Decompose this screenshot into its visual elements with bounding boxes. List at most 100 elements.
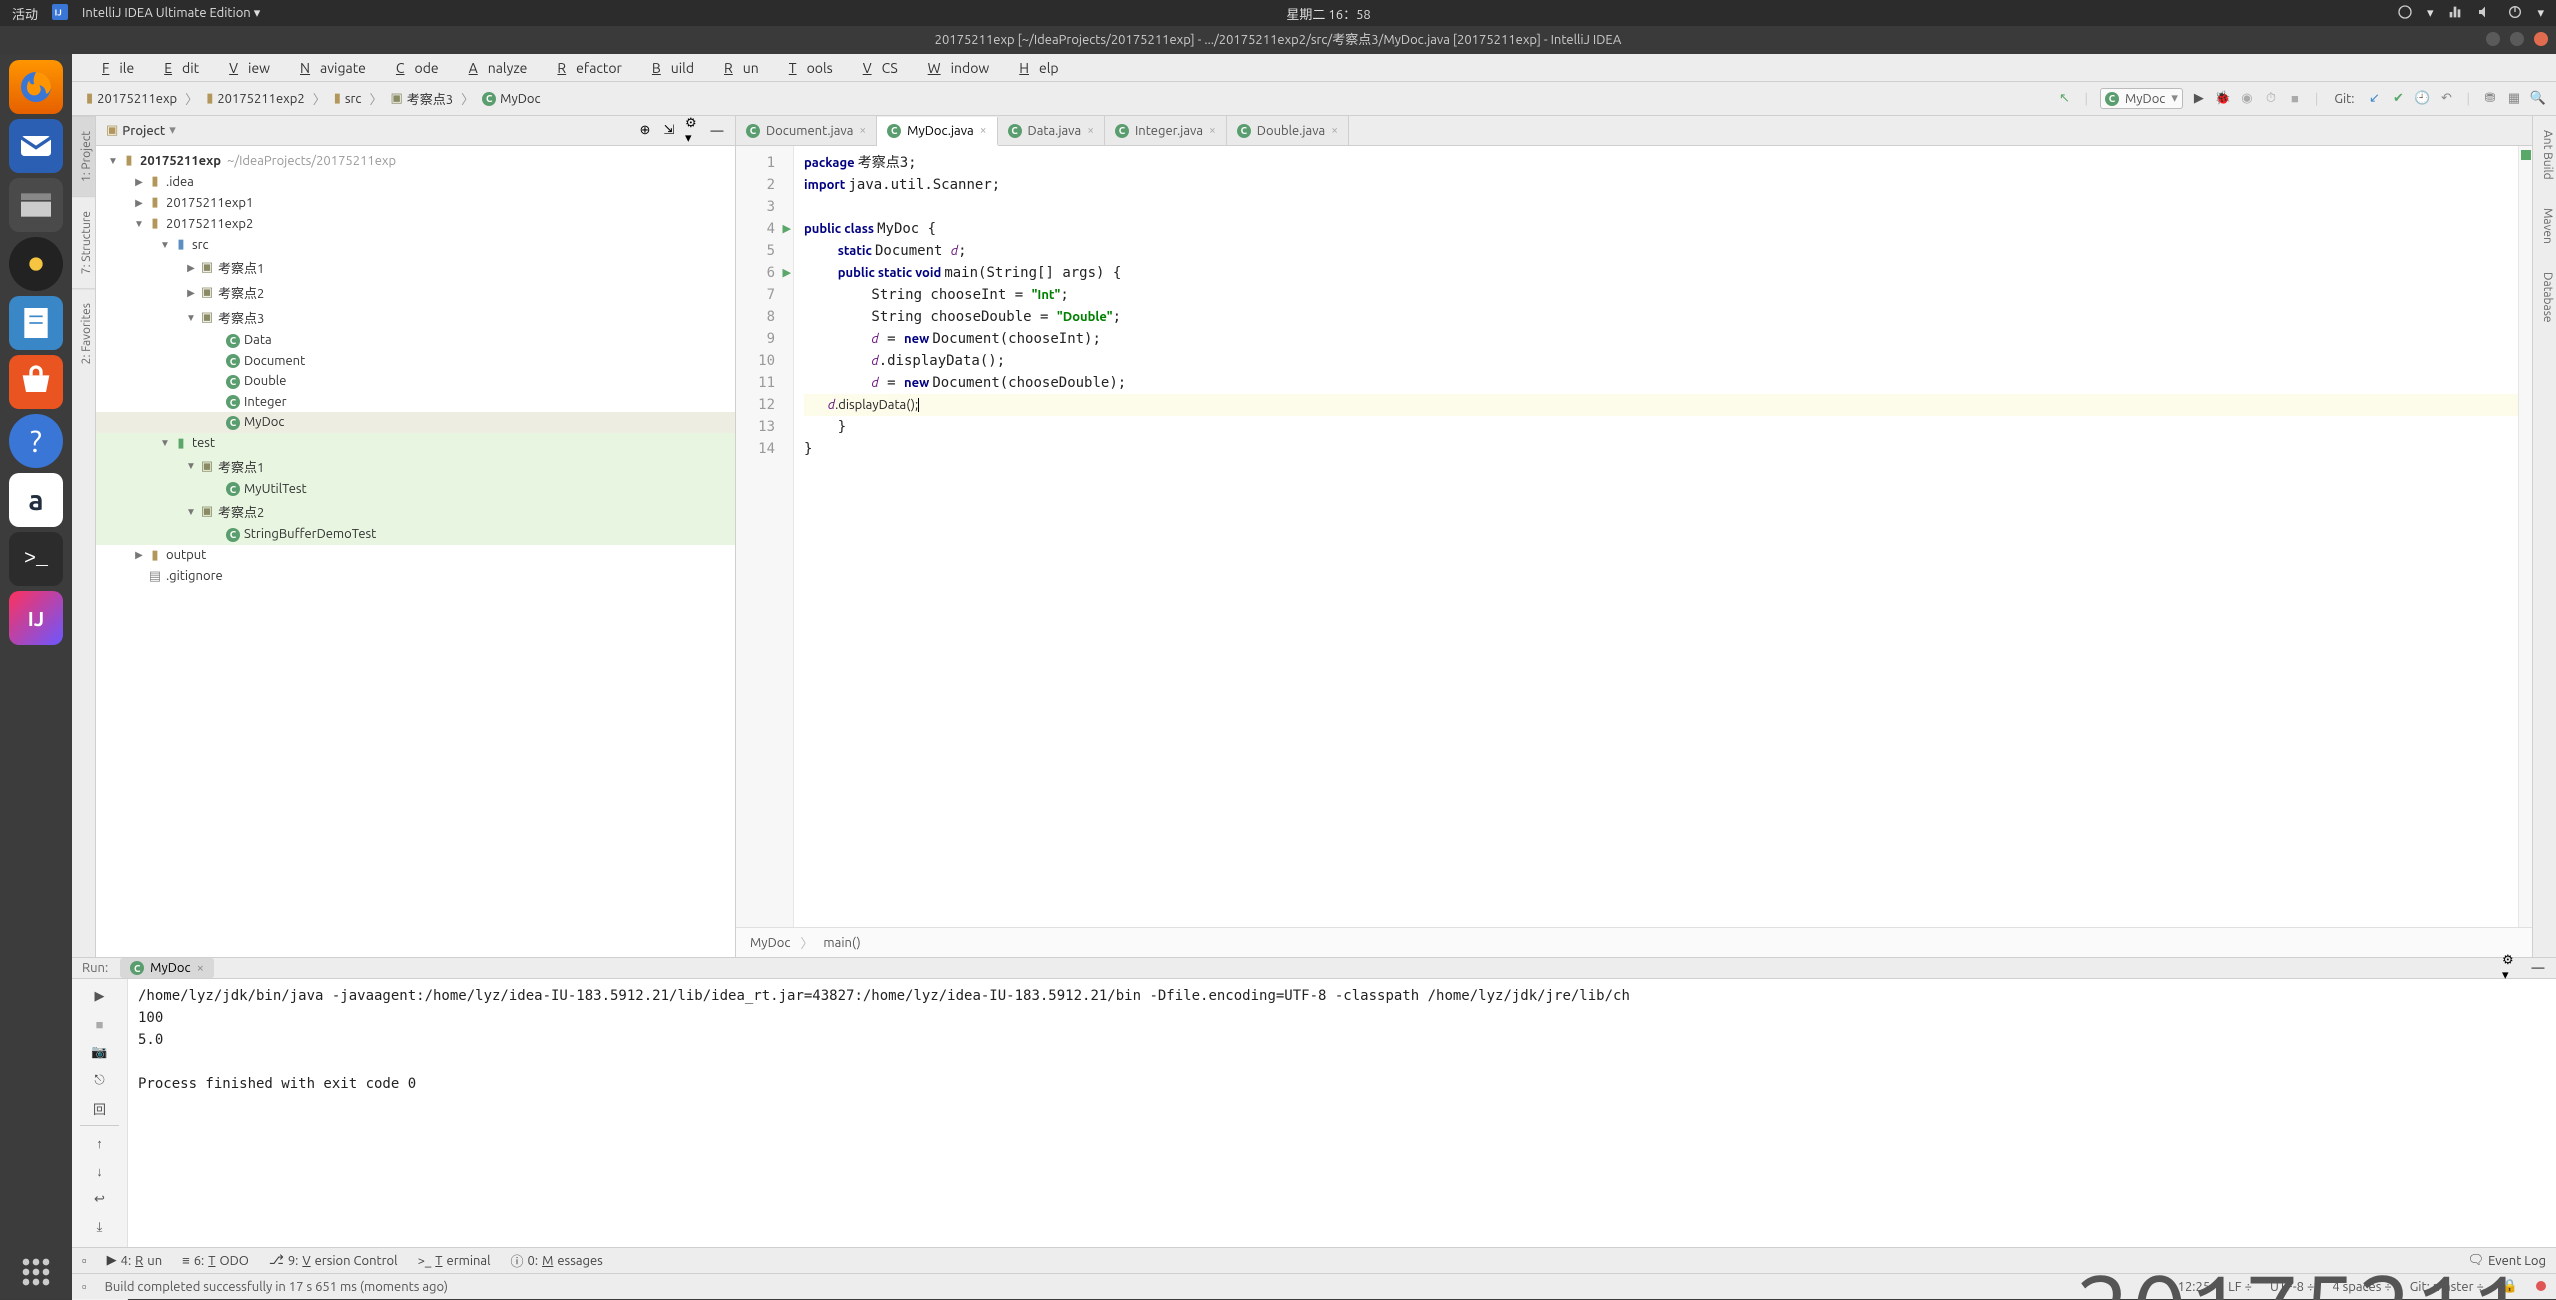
tree-item-20175211exp2[interactable]: ▼▮20175211exp2 (96, 213, 735, 234)
tree-item-考察点2[interactable]: ▶▣考察点2 (96, 280, 735, 305)
window-close-button[interactable] (2534, 32, 2548, 46)
tree-item-考察点3[interactable]: ▼▣考察点3 (96, 305, 735, 330)
run-settings-gear-icon[interactable]: ⚙ ▾ (2502, 960, 2518, 976)
code-editor[interactable]: package 考察点3; import java.util.Scanner; … (794, 146, 2518, 927)
editor-tab-Integer.java[interactable]: CInteger.java× (1105, 116, 1227, 145)
editor-gutter[interactable]: 123▶45▶67891011121314▶▶ (736, 146, 794, 927)
vcs-commit-icon[interactable]: ✔ (2391, 91, 2407, 107)
session-dropdown-icon[interactable]: ▾ (2537, 6, 2544, 21)
clock-label[interactable]: 星期二 16：58 (260, 4, 2397, 23)
breadcrumb-MyDoc[interactable]: CMyDoc (478, 90, 544, 108)
dock-files-icon[interactable] (9, 178, 63, 232)
editor-tab-MyDoc.java[interactable]: CMyDoc.java× (877, 117, 997, 146)
search-everywhere-icon[interactable]: 🔍 (2530, 91, 2546, 107)
soft-wrap-icon[interactable]: ↩ (89, 1188, 111, 1210)
coverage-icon[interactable]: ◉ (2239, 91, 2255, 107)
nav-up-icon[interactable]: ↖ (2056, 91, 2072, 107)
menu-edit[interactable]: Edit (144, 56, 209, 80)
tree-item-output[interactable]: ▶▮output (96, 545, 735, 566)
tree-item-20175211exp1[interactable]: ▶▮20175211exp1 (96, 192, 735, 213)
breadcrumb-20175211exp[interactable]: ▮20175211exp (82, 89, 181, 108)
close-icon[interactable]: × (859, 124, 866, 137)
tree-item-Data[interactable]: CData (96, 330, 735, 351)
menu-file[interactable]: File (82, 56, 144, 80)
dock-software-icon[interactable] (9, 355, 63, 409)
status-icon[interactable]: ▫ (82, 1279, 87, 1294)
menu-build[interactable]: Build (632, 56, 704, 80)
structure-tool-tab[interactable]: 7: Structure (72, 196, 95, 288)
dock-intellij-icon[interactable]: IJ (9, 591, 63, 645)
maven-tool-tab[interactable]: Maven (2533, 194, 2556, 258)
tree-item-MyDoc[interactable]: CMyDoc (96, 412, 735, 433)
scroll-end-icon[interactable]: ⤓ (89, 1216, 111, 1238)
vcs-revert-icon[interactable]: ↶ (2439, 91, 2455, 107)
debug-button-icon[interactable]: 🐞 (2215, 91, 2231, 107)
tree-item-MyUtilTest[interactable]: CMyUtilTest (96, 479, 735, 500)
project-tool-tab[interactable]: 1: Project (72, 116, 95, 196)
close-icon[interactable]: × (197, 961, 204, 975)
run-config-selector[interactable]: C MyDoc ▾ (2100, 88, 2183, 109)
close-icon[interactable]: × (1331, 124, 1338, 137)
console-output[interactable]: /home/lyz/jdk/bin/java -javaagent:/home/… (128, 979, 2556, 1300)
dock-firefox-icon[interactable] (9, 60, 63, 114)
tree-item-考察点2[interactable]: ▼▣考察点2 (96, 499, 735, 524)
layout-icon[interactable]: 回 (89, 1097, 111, 1119)
volume-icon[interactable] (2477, 4, 2493, 23)
favorites-tool-tab[interactable]: 2: Favorites (72, 288, 95, 378)
close-icon[interactable]: × (980, 124, 987, 137)
run-button-icon[interactable]: ▶ (2191, 91, 2207, 107)
vcs-update-icon[interactable]: ↙ (2367, 91, 2383, 107)
network-icon[interactable] (2447, 4, 2463, 23)
tool-window-quick-access-icon[interactable]: ▫ (82, 1253, 87, 1268)
chevron-down-icon[interactable]: ▾ (169, 123, 176, 138)
dock-music-icon[interactable] (9, 237, 63, 291)
ide-settings-icon[interactable]: ▦ (2506, 91, 2522, 107)
editor-tab-Data.java[interactable]: CData.java× (998, 116, 1105, 145)
editor-breadcrumbs[interactable]: MyDoc〉main() (736, 927, 2532, 957)
power-icon[interactable] (2507, 4, 2523, 23)
dump-threads-icon[interactable]: 📷 (89, 1041, 111, 1063)
run-config-tab[interactable]: CMyDoc× (120, 958, 214, 978)
tree-item-StringBufferDemoTest[interactable]: CStringBufferDemoTest (96, 524, 735, 545)
tree-item-src[interactable]: ▼▮src (96, 234, 735, 255)
activities-button[interactable]: 活动 (12, 4, 38, 23)
down-stack-icon[interactable]: ↓ (89, 1160, 111, 1182)
tree-item-考察点1[interactable]: ▶▣考察点1 (96, 255, 735, 280)
tree-item-Integer[interactable]: CInteger (96, 392, 735, 413)
editor-tab-Double.java[interactable]: CDouble.java× (1227, 116, 1349, 145)
window-minimize-button[interactable] (2486, 32, 2500, 46)
breadcrumb-src[interactable]: ▮src (330, 89, 366, 108)
tree-item-test[interactable]: ▼▮test (96, 433, 735, 454)
tree-item-.gitignore[interactable]: ▤.gitignore (96, 566, 735, 587)
close-icon[interactable]: × (1087, 124, 1094, 137)
menu-code[interactable]: Code (376, 56, 449, 80)
dock-apps-grid-icon[interactable] (9, 1245, 63, 1299)
gutter-run-icon[interactable]: ▶ (783, 262, 791, 284)
breadcrumb-考察点3[interactable]: ▣考察点3 (386, 87, 457, 110)
gutter-run-icon[interactable]: ▶ (783, 218, 791, 240)
menu-window[interactable]: Window (908, 56, 1000, 80)
dock-help-icon[interactable]: ? (9, 414, 63, 468)
profile-icon[interactable]: ⏱ (2263, 91, 2279, 107)
vcs-history-icon[interactable]: 🕘 (2415, 91, 2431, 107)
notification-icon[interactable] (2397, 4, 2413, 23)
project-structure-icon[interactable]: ⛃ (2482, 91, 2498, 107)
menu-run[interactable]: Run (704, 56, 769, 80)
error-stripe[interactable] (2518, 146, 2532, 927)
window-maximize-button[interactable] (2510, 32, 2524, 46)
hide-panel-icon[interactable]: — (709, 123, 725, 139)
menu-tools[interactable]: Tools (769, 56, 843, 80)
breadcrumb-20175211exp2[interactable]: ▮20175211exp2 (202, 89, 309, 108)
dock-writer-icon[interactable] (9, 296, 63, 350)
close-icon[interactable]: × (1209, 124, 1216, 137)
editor-tab-Document.java[interactable]: CDocument.java× (736, 116, 877, 145)
menu-help[interactable]: Help (999, 56, 1068, 80)
settings-gear-icon[interactable]: ⚙ ▾ (685, 123, 701, 139)
menu-analyze[interactable]: Analyze (449, 56, 538, 80)
up-stack-icon[interactable]: ↑ (89, 1132, 111, 1154)
tree-item-Document[interactable]: CDocument (96, 351, 735, 372)
dock-amazon-icon[interactable]: a (9, 473, 63, 527)
menu-view[interactable]: View (209, 56, 280, 80)
tree-item-考察点1[interactable]: ▼▣考察点1 (96, 454, 735, 479)
collapse-all-icon[interactable]: ⇲ (661, 123, 677, 139)
